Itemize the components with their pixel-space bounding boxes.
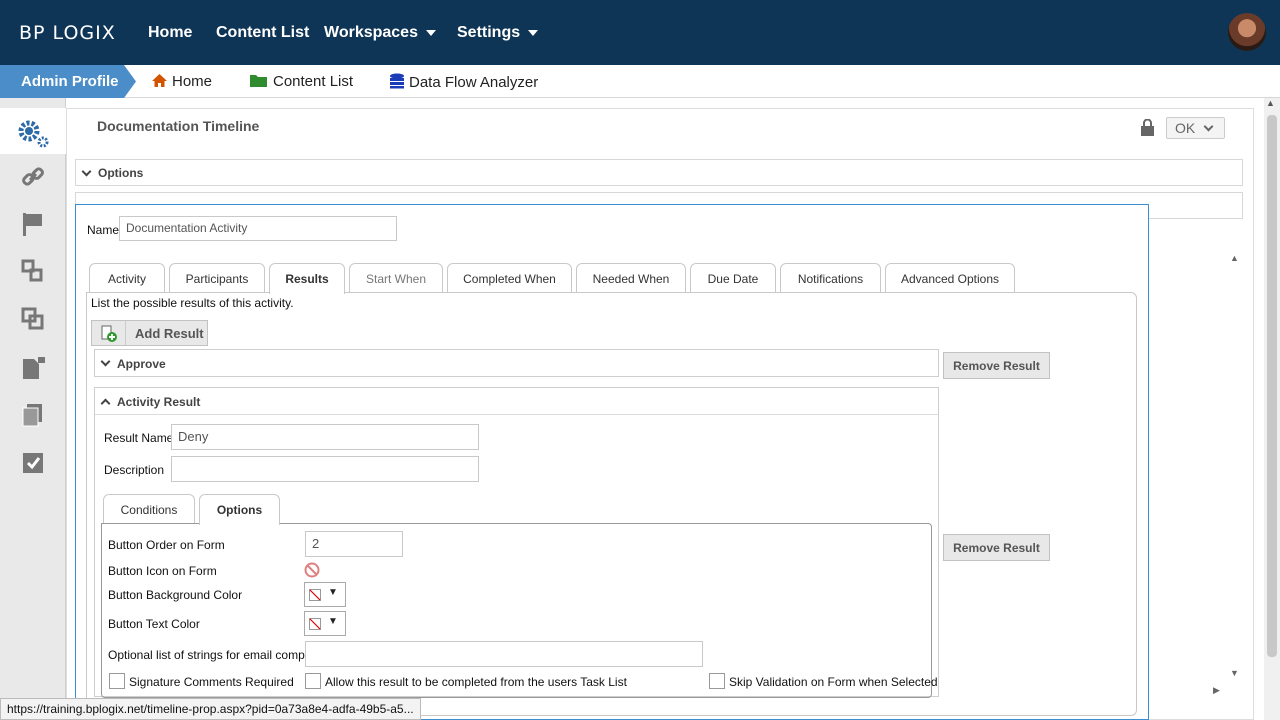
panel-scroll-up-icon[interactable]: ▲ — [1230, 253, 1239, 263]
options-section[interactable]: Options — [75, 159, 1243, 186]
add-document-icon — [101, 325, 117, 342]
subnav-home-label: Home — [172, 73, 213, 90]
top-nav: BP LOGIX Home Content List Workspaces Se… — [0, 0, 1280, 65]
nav-home[interactable]: Home — [148, 24, 192, 42]
logo: BP LOGIX — [19, 22, 116, 44]
result-name-label: Result Name — [104, 431, 174, 445]
left-sidebar — [0, 98, 66, 720]
text-color-picker[interactable]: ▼ — [304, 611, 346, 636]
email-strings-label: Optional list of strings for email compl… — [108, 648, 325, 662]
panel-scroll-down-icon[interactable]: ▼ — [1230, 668, 1239, 678]
subnav-data-flow-analyzer[interactable]: Data Flow Analyzer — [389, 73, 538, 91]
lock-icon[interactable] — [1140, 119, 1155, 136]
no-color-swatch-icon — [309, 589, 321, 601]
description-input[interactable] — [171, 456, 479, 482]
nav-content-list[interactable]: Content List — [216, 24, 309, 42]
signature-comments-label: Signature Comments Required — [129, 675, 294, 689]
no-icon-selector-icon[interactable] — [304, 562, 320, 578]
avatar[interactable] — [1228, 13, 1266, 51]
folder-icon — [250, 75, 267, 87]
ok-label: OK — [1175, 120, 1196, 136]
skip-validation-label: Skip Validation on Form when Selected — [729, 675, 938, 689]
caret-down-icon: ▼ — [328, 616, 338, 627]
tab-participants[interactable]: Participants — [169, 263, 265, 293]
signature-comments-checkbox[interactable] — [109, 673, 125, 689]
subnav-dfa-label: Data Flow Analyzer — [409, 74, 539, 91]
button-bg-color-label: Button Background Color — [108, 588, 243, 602]
status-bar-url: https://training.bplogix.net/timeline-pr… — [0, 698, 421, 720]
tab-start-when[interactable]: Start When — [349, 263, 443, 293]
panel-scroll-right-icon[interactable]: ▶ — [1213, 685, 1220, 696]
nav-workspaces-label: Workspaces — [324, 24, 418, 41]
chevron-up-icon — [100, 398, 111, 409]
skip-validation-checkbox[interactable] — [709, 673, 725, 689]
locked-document-icon[interactable] — [20, 354, 46, 380]
flag-icon[interactable] — [20, 211, 46, 237]
button-icon-label: Button Icon on Form — [108, 564, 217, 578]
button-order-input[interactable]: 2 — [305, 531, 403, 557]
nav-settings[interactable]: Settings — [457, 24, 539, 42]
chevron-down-icon — [528, 29, 539, 36]
page-scrollbar[interactable]: ▲ — [1264, 98, 1280, 720]
remove-result-button-approve[interactable]: Remove Result — [943, 352, 1050, 379]
documents-icon[interactable] — [20, 402, 46, 428]
tab-needed-when[interactable]: Needed When — [576, 263, 686, 293]
tab-completed-when[interactable]: Completed When — [447, 263, 572, 293]
sub-nav: Admin Profile Home Content List Data Flo… — [0, 65, 1280, 98]
add-result-button[interactable]: Add Result — [91, 320, 208, 346]
tab-results[interactable]: Results — [269, 263, 345, 294]
name-label: Name — [87, 223, 120, 237]
link-icon[interactable] — [20, 164, 46, 190]
copy-squares-icon[interactable] — [20, 306, 46, 332]
subtab-options[interactable]: Options — [199, 494, 280, 525]
email-strings-input[interactable] — [305, 641, 703, 667]
activity-result-label: Activity Result — [117, 395, 201, 409]
subprocess-icon[interactable] — [20, 258, 46, 284]
options-subpanel — [101, 523, 932, 698]
subnav-content-list[interactable]: Content List — [249, 73, 353, 90]
admin-profile-breadcrumb[interactable]: Admin Profile — [0, 65, 136, 98]
scroll-up-arrow-icon[interactable]: ▲ — [1266, 98, 1278, 110]
button-divider — [125, 321, 126, 345]
caret-down-icon: ▼ — [328, 587, 338, 598]
remove-result-button-deny[interactable]: Remove Result — [943, 534, 1050, 561]
approve-result-section[interactable]: Approve — [94, 349, 939, 377]
tab-due-date[interactable]: Due Date — [690, 263, 776, 293]
button-order-label: Button Order on Form — [108, 538, 225, 552]
chevron-down-icon — [100, 356, 111, 367]
nav-workspaces[interactable]: Workspaces — [324, 24, 436, 42]
subnav-content-list-label: Content List — [273, 73, 354, 90]
add-result-label: Add Result — [135, 326, 204, 341]
nav-settings-label: Settings — [457, 24, 521, 41]
tab-activity[interactable]: Activity — [89, 263, 165, 293]
subnav-home[interactable]: Home — [151, 73, 212, 90]
approve-label: Approve — [117, 357, 166, 371]
task-list-checkbox[interactable] — [305, 673, 321, 689]
home-icon — [152, 74, 167, 87]
no-color-swatch-icon — [309, 618, 321, 630]
chevron-down-icon — [425, 29, 436, 36]
bg-color-picker[interactable]: ▼ — [304, 582, 346, 607]
task-list-label: Allow this result to be completed from t… — [325, 675, 627, 689]
description-label: Description — [104, 463, 165, 477]
subtab-conditions[interactable]: Conditions — [103, 494, 195, 524]
scrollbar-thumb[interactable] — [1267, 115, 1277, 657]
page-title: Documentation Timeline — [97, 118, 260, 134]
database-icon — [390, 73, 404, 89]
name-input[interactable]: Documentation Activity — [119, 216, 397, 241]
results-intro-text: List the possible results of this activi… — [91, 296, 294, 310]
result-name-input[interactable]: Deny — [171, 424, 479, 450]
chevron-down-icon — [1203, 121, 1214, 132]
chevron-down-icon — [81, 166, 92, 177]
button-text-color-label: Button Text Color — [108, 617, 200, 631]
tab-notifications[interactable]: Notifications — [780, 263, 881, 293]
options-label: Options — [98, 166, 144, 180]
ok-button[interactable]: OK — [1166, 117, 1225, 139]
checklist-icon[interactable] — [20, 450, 46, 476]
activity-result-header[interactable]: Activity Result — [95, 388, 938, 415]
settings-gears-icon[interactable] — [17, 118, 49, 148]
tab-advanced-options[interactable]: Advanced Options — [885, 263, 1015, 293]
